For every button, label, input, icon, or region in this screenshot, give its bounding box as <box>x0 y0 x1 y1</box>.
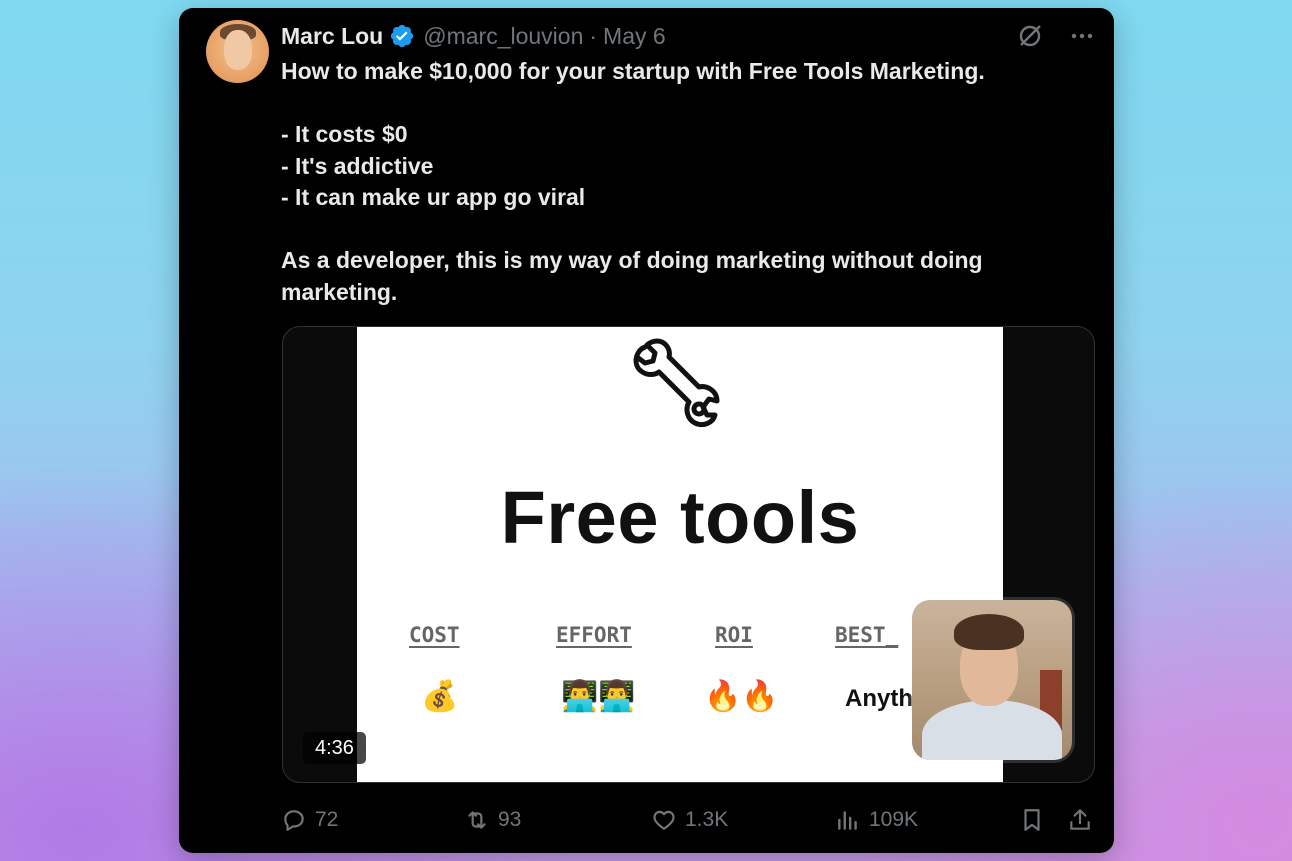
views-icon <box>838 811 857 830</box>
share-button[interactable] <box>1067 803 1093 837</box>
video-slide: Free tools COST EFFORT ROI BEST_ 💰 👨‍💻👨‍… <box>357 327 1003 782</box>
column-header-best: BEST_ <box>835 623 899 647</box>
verified-badge-icon <box>391 24 414 48</box>
reply-icon <box>284 810 304 831</box>
money-bag-emoji: 💰 <box>421 680 459 713</box>
tweet-line: - It costs $0 <box>281 121 408 147</box>
like-count: 1.3K <box>685 808 729 831</box>
reply-button[interactable]: 72 <box>281 803 338 837</box>
repost-count: 93 <box>498 808 522 831</box>
share-icon <box>1070 809 1090 830</box>
tweet-body: How to make $10,000 for your startup wit… <box>281 56 1071 308</box>
header-actions <box>1016 22 1094 50</box>
best-value-text: Anyth <box>845 685 913 712</box>
repost-button[interactable]: 93 <box>464 803 521 837</box>
like-button[interactable]: 1.3K <box>651 803 728 837</box>
bookmark-icon <box>1024 809 1040 831</box>
bookmark-button[interactable] <box>1019 803 1045 837</box>
tweet-line: How to make $10,000 for your startup wit… <box>281 58 985 84</box>
tweet-line: - It can make ur app go viral <box>281 184 586 210</box>
tweet-line: marketing. <box>281 278 398 305</box>
slide-title: Free tools <box>500 476 860 559</box>
reply-count: 72 <box>315 808 339 831</box>
tweet-line: As a developer, this is my way of doing … <box>281 247 983 273</box>
column-header-roi: ROI <box>715 623 753 647</box>
tweet-card: Marc Lou @marc_louvion · May 6 How to ma… <box>179 8 1114 853</box>
like-icon <box>653 810 675 830</box>
repost-icon <box>468 811 486 829</box>
author-name[interactable]: Marc Lou <box>281 23 383 50</box>
views-button[interactable]: 109K <box>835 803 918 837</box>
wrench-icon <box>633 338 720 428</box>
tweet-date[interactable]: May 6 <box>603 23 666 50</box>
tweet-line: - It's addictive <box>281 152 434 179</box>
column-header-effort: EFFORT <box>556 623 632 647</box>
presenter-hair <box>954 614 1024 650</box>
fire-emoji: 🔥🔥 <box>704 680 779 713</box>
separator-dot: · <box>589 22 598 49</box>
grok-icon[interactable] <box>1016 22 1044 50</box>
avatar-face <box>224 30 252 70</box>
developer-emoji: 👨‍💻👨‍💻 <box>561 680 636 713</box>
author-avatar[interactable] <box>206 20 269 83</box>
author-handle[interactable]: @marc_louvion <box>423 23 583 50</box>
views-count: 109K <box>869 808 919 831</box>
column-header-cost: COST <box>409 623 460 647</box>
tweet-header: Marc Lou @marc_louvion · May 6 <box>281 22 1094 50</box>
video-duration: 4:36 <box>303 732 366 764</box>
tweet-actions: 72 93 1.3K 109K <box>281 803 1096 837</box>
facecam-video <box>912 600 1072 760</box>
more-icon[interactable] <box>1070 24 1094 48</box>
